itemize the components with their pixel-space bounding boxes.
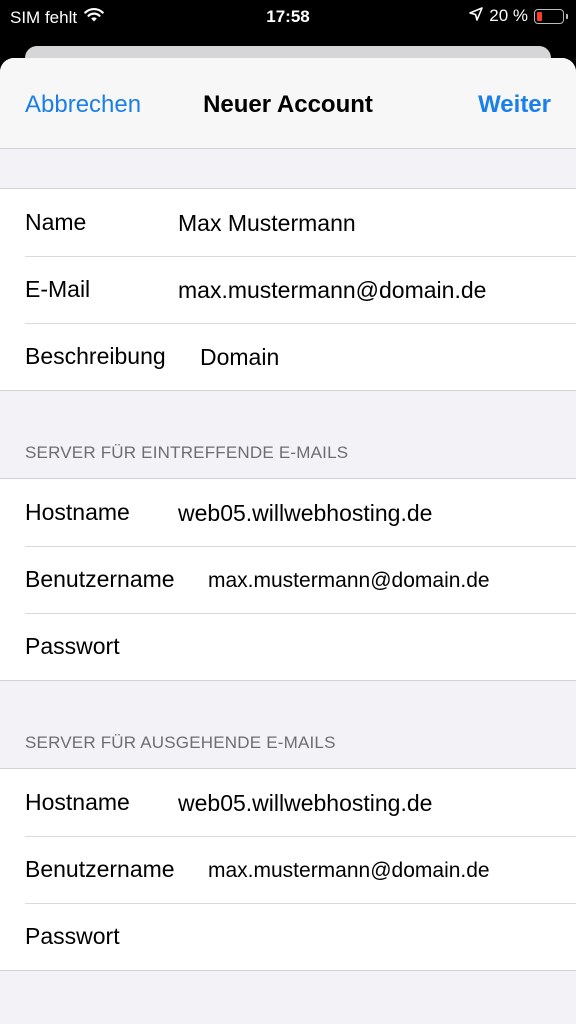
status-bar: SIM fehlt 17:58 20 % <box>0 0 576 40</box>
outgoing-hostname-field[interactable]: web05.willwebhosting.de <box>178 790 432 817</box>
outgoing-username-label: Benutzername <box>25 856 175 882</box>
email-field[interactable]: max.mustermann@domain.de <box>178 277 486 304</box>
name-label: Name <box>25 209 87 235</box>
battery-fill <box>537 11 542 21</box>
navigation-bar: Abbrechen Neuer Account Weiter <box>0 58 576 149</box>
location-arrow-icon <box>469 6 484 26</box>
description-label: Beschreibung <box>25 343 166 369</box>
name-row[interactable]: Name Max Mustermann <box>0 189 576 256</box>
outgoing-username-row[interactable]: Benutzername max.mustermann@domain.de <box>0 836 576 903</box>
incoming-hostname-row[interactable]: Hostname web05.willwebhosting.de <box>0 479 576 546</box>
incoming-hostname-field[interactable]: web05.willwebhosting.de <box>178 500 432 527</box>
outgoing-username-field[interactable]: max.mustermann@domain.de <box>208 859 490 883</box>
new-account-sheet: Abbrechen Neuer Account Weiter Name Max … <box>0 58 576 1024</box>
outgoing-password-label: Passwort <box>25 923 120 949</box>
battery-icon <box>534 8 568 24</box>
description-row[interactable]: Beschreibung Domain <box>0 323 576 390</box>
incoming-username-row[interactable]: Benutzername max.mustermann@domain.de <box>0 546 576 613</box>
outgoing-hostname-row[interactable]: Hostname web05.willwebhosting.de <box>0 769 576 836</box>
incoming-server-group: Hostname web05.willwebhosting.de Benutze… <box>0 478 576 681</box>
name-field[interactable]: Max Mustermann <box>178 210 356 237</box>
battery-percent: 20 % <box>489 6 528 25</box>
description-field[interactable]: Domain <box>200 344 279 371</box>
status-right: 20 % <box>469 6 568 26</box>
incoming-password-row[interactable]: Passwort <box>0 613 576 680</box>
incoming-username-label: Benutzername <box>25 566 175 592</box>
incoming-section-header: SERVER FÜR EINTREFFENDE E-MAILS <box>0 391 576 478</box>
incoming-username-field[interactable]: max.mustermann@domain.de <box>208 569 490 593</box>
outgoing-header-text: SERVER FÜR AUSGEHENDE E-MAILS <box>25 733 336 752</box>
incoming-header-text: SERVER FÜR EINTREFFENDE E-MAILS <box>25 443 349 462</box>
outgoing-hostname-label: Hostname <box>25 789 130 815</box>
incoming-password-label: Passwort <box>25 633 120 659</box>
email-label: E-Mail <box>25 276 91 302</box>
email-row[interactable]: E-Mail max.mustermann@domain.de <box>0 256 576 323</box>
outgoing-section-header: SERVER FÜR AUSGEHENDE E-MAILS <box>0 681 576 768</box>
incoming-hostname-label: Hostname <box>25 499 130 525</box>
next-button[interactable]: Weiter <box>478 91 551 119</box>
outgoing-password-row[interactable]: Passwort <box>0 903 576 970</box>
account-group: Name Max Mustermann E-Mail max.musterman… <box>0 188 576 391</box>
outgoing-server-group: Hostname web05.willwebhosting.de Benutze… <box>0 768 576 971</box>
